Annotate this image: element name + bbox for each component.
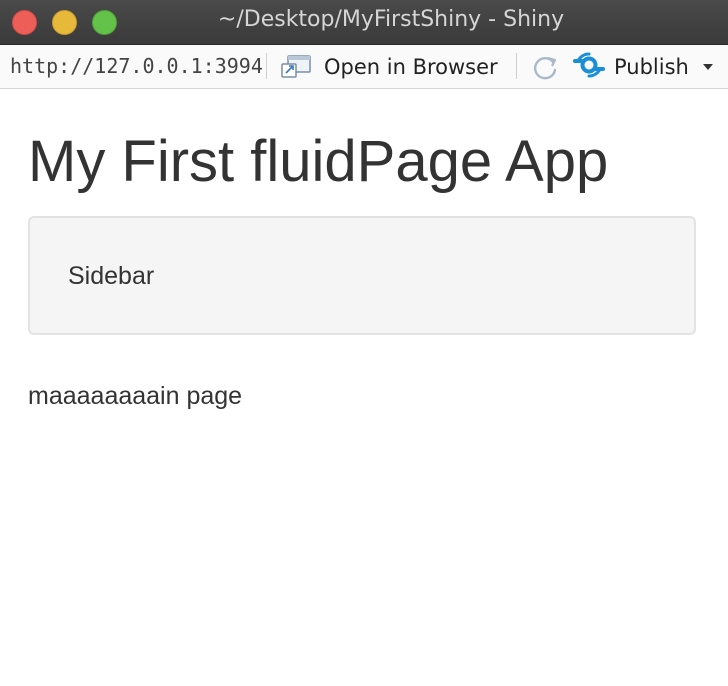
title-bar[interactable]: ~/Desktop/MyFirstShiny - Shiny: [0, 0, 728, 45]
app-url[interactable]: http://127.0.0.1:3994: [10, 54, 263, 78]
open-in-browser-button[interactable]: Open in Browser: [280, 51, 498, 83]
publish-icon: [572, 51, 606, 84]
sidebar-text: Sidebar: [68, 262, 155, 290]
publish-button[interactable]: Publish: [572, 51, 713, 83]
publish-label: Publish: [614, 55, 689, 79]
main-panel-text: maaaaaaaain page: [28, 382, 243, 410]
toolbar-divider: [516, 53, 517, 79]
page-title: My First fluidPage App: [28, 129, 609, 194]
refresh-icon: [529, 56, 561, 86]
sidebar-panel: Sidebar: [28, 216, 696, 335]
refresh-button[interactable]: [529, 54, 561, 82]
window-title: ~/Desktop/MyFirstShiny - Shiny: [217, 7, 565, 32]
open-in-browser-label: Open in Browser: [324, 55, 498, 79]
viewer-toolbar: http://127.0.0.1:3994 Open in Browser Pu…: [0, 45, 728, 89]
open-in-browser-icon: [280, 54, 312, 80]
chevron-down-icon[interactable]: [702, 64, 713, 70]
toolbar-divider: [266, 53, 267, 79]
shiny-viewer-window: ~/Desktop/MyFirstShiny - Shiny http://12…: [0, 0, 728, 686]
shiny-page: My First fluidPage App Sidebar maaaaaaaa…: [0, 90, 728, 411]
